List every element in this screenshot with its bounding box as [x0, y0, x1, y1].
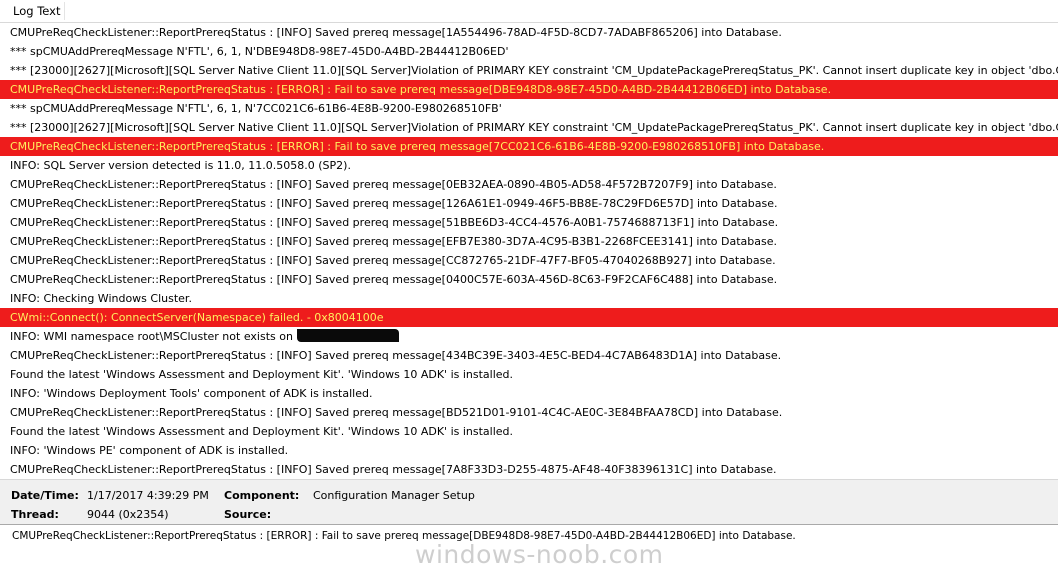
log-row-text: CMUPreReqCheckListener::ReportPrereqStat…: [10, 178, 777, 191]
log-row[interactable]: INFO: 'Windows Deployment Tools' compone…: [0, 384, 1058, 403]
component-label: Component:: [224, 489, 300, 502]
log-row[interactable]: *** spCMUAddPrereqMessage N'FTL', 6, 1, …: [0, 42, 1058, 61]
log-row-text: Found the latest 'Windows Assessment and…: [10, 425, 514, 438]
column-divider[interactable]: [64, 2, 65, 20]
log-row-text: CMUPreReqCheckListener::ReportPrereqStat…: [10, 83, 832, 96]
log-row[interactable]: CMUPreReqCheckListener::ReportPrereqStat…: [0, 460, 1058, 479]
log-row[interactable]: INFO: Checking Windows Cluster.: [0, 289, 1058, 308]
log-row-text: *** spCMUAddPrereqMessage N'FTL', 6, 1, …: [10, 102, 502, 115]
log-row[interactable]: CMUPreReqCheckListener::ReportPrereqStat…: [0, 232, 1058, 251]
log-row-text: CMUPreReqCheckListener::ReportPrereqStat…: [10, 349, 782, 362]
log-row[interactable]: CMUPreReqCheckListener::ReportPrereqStat…: [0, 175, 1058, 194]
log-row-text: CMUPreReqCheckListener::ReportPrereqStat…: [10, 463, 777, 476]
thread-value: 9044 (0x2354): [87, 508, 169, 521]
log-row-text: *** [23000][2627][Microsoft][SQL Server …: [10, 64, 1058, 77]
component-value: Configuration Manager Setup: [313, 489, 475, 502]
selected-line-text: CMUPreReqCheckListener::ReportPrereqStat…: [12, 530, 796, 542]
log-row[interactable]: CMUPreReqCheckListener::ReportPrereqStat…: [0, 270, 1058, 289]
redaction-mark: [296, 329, 399, 342]
log-row-text: CMUPreReqCheckListener::ReportPrereqStat…: [10, 235, 777, 248]
log-row-text: CMUPreReqCheckListener::ReportPrereqStat…: [10, 197, 778, 210]
thread-label: Thread:: [11, 508, 59, 521]
log-row-text: *** spCMUAddPrereqMessage N'FTL', 6, 1, …: [10, 45, 509, 58]
log-row[interactable]: CMUPreReqCheckListener::ReportPrereqStat…: [0, 23, 1058, 42]
details-pane: Date/Time: 1/17/2017 4:39:29 PM Componen…: [0, 479, 1058, 524]
log-row-error[interactable]: CMUPreReqCheckListener::ReportPrereqStat…: [0, 80, 1058, 99]
log-row[interactable]: *** [23000][2627][Microsoft][SQL Server …: [0, 118, 1058, 137]
log-row-error[interactable]: CWmi::Connect(): ConnectServer(Namespace…: [0, 308, 1058, 327]
log-row-text: CMUPreReqCheckListener::ReportPrereqStat…: [10, 406, 783, 419]
log-row[interactable]: INFO: SQL Server version detected is 11.…: [0, 156, 1058, 175]
log-row[interactable]: Found the latest 'Windows Assessment and…: [0, 422, 1058, 441]
watermark: windows-noob.com: [415, 540, 664, 569]
log-row[interactable]: INFO: WMI namespace root\MSCluster not e…: [0, 327, 1058, 346]
datetime-value: 1/17/2017 4:39:29 PM: [87, 489, 209, 502]
log-row-text: INFO: WMI namespace root\MSCluster not e…: [10, 330, 293, 343]
log-list[interactable]: CMUPreReqCheckListener::ReportPrereqStat…: [0, 23, 1058, 479]
log-row-text: INFO: 'Windows Deployment Tools' compone…: [10, 387, 373, 400]
log-row-text: INFO: 'Windows PE' component of ADK is i…: [10, 444, 289, 457]
log-row-text: *** [23000][2627][Microsoft][SQL Server …: [10, 121, 1058, 134]
log-row[interactable]: *** spCMUAddPrereqMessage N'FTL', 6, 1, …: [0, 99, 1058, 118]
log-row-error[interactable]: CMUPreReqCheckListener::ReportPrereqStat…: [0, 137, 1058, 156]
source-label: Source:: [224, 508, 272, 521]
log-row-text: CMUPreReqCheckListener::ReportPrereqStat…: [10, 254, 776, 267]
log-row[interactable]: CMUPreReqCheckListener::ReportPrereqStat…: [0, 251, 1058, 270]
log-list-header: Log Text: [0, 0, 1058, 23]
column-header-log-text[interactable]: Log Text: [13, 4, 60, 18]
log-row[interactable]: CMUPreReqCheckListener::ReportPrereqStat…: [0, 346, 1058, 365]
datetime-label: Date/Time:: [11, 489, 79, 502]
log-row-text: CWmi::Connect(): ConnectServer(Namespace…: [10, 311, 384, 324]
log-row-text: INFO: SQL Server version detected is 11.…: [10, 159, 351, 172]
log-row-text: CMUPreReqCheckListener::ReportPrereqStat…: [10, 273, 778, 286]
log-row-text: INFO: Checking Windows Cluster.: [10, 292, 192, 305]
log-row-text: Found the latest 'Windows Assessment and…: [10, 368, 514, 381]
log-row[interactable]: CMUPreReqCheckListener::ReportPrereqStat…: [0, 213, 1058, 232]
log-row[interactable]: Found the latest 'Windows Assessment and…: [0, 365, 1058, 384]
log-row[interactable]: CMUPreReqCheckListener::ReportPrereqStat…: [0, 403, 1058, 422]
log-row-text: CMUPreReqCheckListener::ReportPrereqStat…: [10, 26, 782, 39]
log-row[interactable]: CMUPreReqCheckListener::ReportPrereqStat…: [0, 194, 1058, 213]
log-row-text: CMUPreReqCheckListener::ReportPrereqStat…: [10, 140, 825, 153]
log-row-text: CMUPreReqCheckListener::ReportPrereqStat…: [10, 216, 779, 229]
log-row[interactable]: INFO: 'Windows PE' component of ADK is i…: [0, 441, 1058, 460]
log-row[interactable]: *** [23000][2627][Microsoft][SQL Server …: [0, 61, 1058, 80]
